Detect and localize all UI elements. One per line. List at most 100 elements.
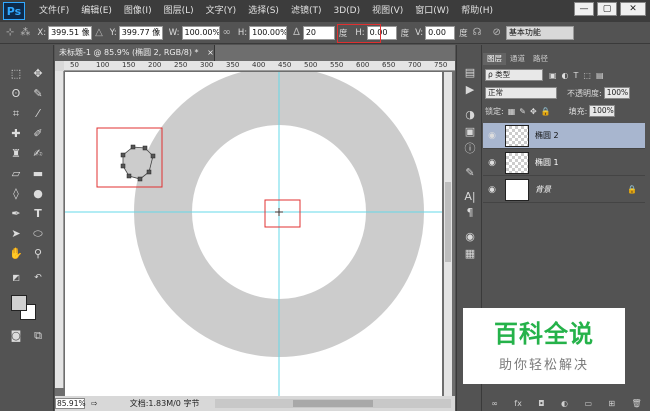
menu-item[interactable]: 图层(L) [158, 0, 200, 22]
type-tool-icon[interactable]: T [28, 205, 48, 223]
menu-item[interactable]: 窗口(W) [409, 0, 455, 22]
screen-mode-icon[interactable]: ⧉ [28, 327, 48, 345]
menu-item[interactable]: 帮助(H) [455, 0, 499, 22]
doc-info[interactable]: 文档:1.83M/0 字节 [130, 396, 200, 411]
vertical-ruler[interactable] [55, 71, 64, 388]
info-panel-icon[interactable]: ⓘ [461, 141, 479, 157]
move-tool-icon[interactable]: ✥ [28, 65, 48, 83]
brush-panel-icon[interactable]: ✎ [461, 165, 479, 181]
layer-row-ellipse-1[interactable]: ◉ 椭圆 1 [483, 150, 645, 176]
link-icon[interactable]: ∞ [491, 399, 498, 408]
layer-row-background[interactable]: ◉ 背景 🔒 [483, 177, 645, 203]
new-layer-icon[interactable]: ⊞ [608, 399, 615, 408]
stamp-tool-icon[interactable]: ♜ [6, 145, 26, 163]
transform-tool-icon[interactable]: ⊹ [6, 27, 14, 38]
swatches-panel-icon[interactable]: ▦ [461, 246, 479, 262]
actions-panel-icon[interactable]: ▶ [461, 82, 479, 98]
document-tab[interactable]: 未标题-1 @ 85.9% (椭圆 2, RGB/8) * × [55, 45, 215, 61]
fx-icon[interactable]: fx [514, 399, 522, 408]
trash-icon[interactable]: 🗑 [632, 399, 642, 408]
ruler-origin[interactable] [55, 61, 64, 71]
anchor-point[interactable] [150, 153, 156, 159]
eyedropper-tool-icon[interactable]: ⁄ [28, 105, 48, 123]
visibility-eye-icon[interactable]: ◉ [483, 131, 501, 141]
menu-item[interactable]: 图像(I) [118, 0, 158, 22]
foreground-color-swatch[interactable] [11, 295, 27, 311]
x-field[interactable]: 399.51 像 [48, 25, 93, 40]
h-field[interactable]: 100.00% [249, 25, 288, 40]
crop-tool-icon[interactable]: ⌗ [6, 105, 26, 123]
canvas[interactable] [65, 72, 442, 396]
ellipse-tool-icon[interactable]: ⬭ [28, 225, 48, 243]
layer-name[interactable]: 椭圆 1 [535, 157, 559, 168]
reset-colors-icon[interactable]: ◩ [6, 269, 26, 287]
close-button[interactable]: ✕ [620, 2, 646, 16]
history-brush-tool-icon[interactable]: ✍ [28, 145, 48, 163]
workspace-select[interactable]: 基本功能 [505, 25, 574, 40]
menu-item[interactable]: 编辑(E) [75, 0, 118, 22]
visibility-eye-icon[interactable]: ◉ [483, 158, 501, 168]
anchor-point[interactable] [120, 163, 126, 169]
zoom-field[interactable]: 85.91% [55, 398, 86, 409]
anchor-point[interactable] [137, 176, 143, 182]
properties-panel-icon[interactable]: ▣ [461, 124, 479, 140]
layer-name[interactable]: 背景 [535, 184, 551, 195]
layer-name[interactable]: 椭圆 2 [535, 130, 559, 141]
anchor-point[interactable] [126, 173, 132, 179]
menu-item[interactable]: 滤镜(T) [285, 0, 328, 22]
zoom-tool-icon[interactable]: ⚲ [28, 245, 48, 263]
pen-tool-icon[interactable]: ✒ [6, 205, 26, 223]
anchor-point[interactable] [130, 144, 136, 150]
tab-layers[interactable]: 图层 [483, 53, 506, 65]
horizontal-scrollbar[interactable] [215, 399, 451, 408]
anchor-point[interactable] [142, 145, 148, 151]
character-panel-icon[interactable]: A| [461, 189, 479, 205]
adjustment-icon[interactable]: ◐ [561, 399, 568, 408]
opacity-field[interactable]: 100% [603, 87, 630, 99]
path-select-tool-icon[interactable]: ➤ [6, 225, 26, 243]
hand-tool-icon[interactable]: ✋ [6, 245, 26, 263]
vskew-field[interactable]: 0.00 [425, 25, 456, 40]
quick-mask-icon[interactable]: ◙ [6, 327, 26, 345]
adjustments-panel-icon[interactable]: ◑ [461, 107, 479, 123]
anchor-point[interactable] [120, 152, 126, 158]
marquee-tool-icon[interactable]: ⬚ [6, 65, 26, 83]
cancel-transform-icon[interactable]: ⊘ [493, 27, 501, 38]
dodge-tool-icon[interactable]: ● [28, 185, 48, 203]
angle-field[interactable]: 20 [302, 25, 335, 40]
vertical-scroll-thumb[interactable] [445, 182, 451, 262]
close-tab-icon[interactable]: × [207, 48, 214, 57]
filter-icons[interactable]: ▣◐T⬚▤ [549, 71, 609, 80]
menu-item[interactable]: 文件(F) [33, 0, 75, 22]
status-arrow-icon[interactable]: ⇨ [91, 396, 98, 411]
paragraph-panel-icon[interactable]: ¶ [461, 205, 479, 221]
visibility-eye-icon[interactable]: ◉ [483, 185, 501, 195]
tab-channels[interactable]: 通道 [506, 53, 529, 65]
quick-select-tool-icon[interactable]: ✎ [28, 85, 48, 103]
brush-tool-icon[interactable]: ✐ [28, 125, 48, 143]
transform-center-icon[interactable] [275, 208, 283, 216]
tab-paths[interactable]: 路径 [529, 53, 552, 65]
menu-item[interactable]: 3D(D) [327, 0, 366, 22]
w-field[interactable]: 100.00% [181, 25, 220, 40]
history-panel-icon[interactable]: ▤ [461, 65, 479, 81]
fill-field[interactable]: 100% [589, 105, 616, 117]
anchor-point[interactable] [146, 169, 152, 175]
horizontal-ruler[interactable]: 50 100 150 200 250 300 350 400 450 500 550 600 650 70… [64, 61, 455, 71]
warp-icon[interactable]: ☊ [473, 27, 482, 38]
reference-point-icon[interactable]: ⁂ [20, 27, 30, 38]
blend-mode-select[interactable]: 正常 [485, 87, 557, 99]
y-field[interactable]: 399.77 像 [118, 25, 163, 40]
gradient-tool-icon[interactable]: ▬ [28, 165, 48, 183]
folder-icon[interactable]: ▭ [584, 399, 592, 408]
lock-icons[interactable]: ▦✎✥🔒 [508, 107, 555, 116]
swap-colors-icon[interactable]: ↶ [28, 269, 48, 287]
blur-tool-icon[interactable]: ◊ [6, 185, 26, 203]
menu-item[interactable]: 选择(S) [242, 0, 285, 22]
vertical-scrollbar[interactable] [444, 72, 452, 396]
horizontal-scroll-thumb[interactable] [293, 400, 373, 407]
layer-row-ellipse-2[interactable]: ◉ 椭圆 2 [483, 123, 645, 149]
minimize-button[interactable]: — [574, 2, 594, 16]
healing-tool-icon[interactable]: ✚ [6, 125, 26, 143]
mask-icon[interactable]: ◘ [538, 399, 544, 408]
